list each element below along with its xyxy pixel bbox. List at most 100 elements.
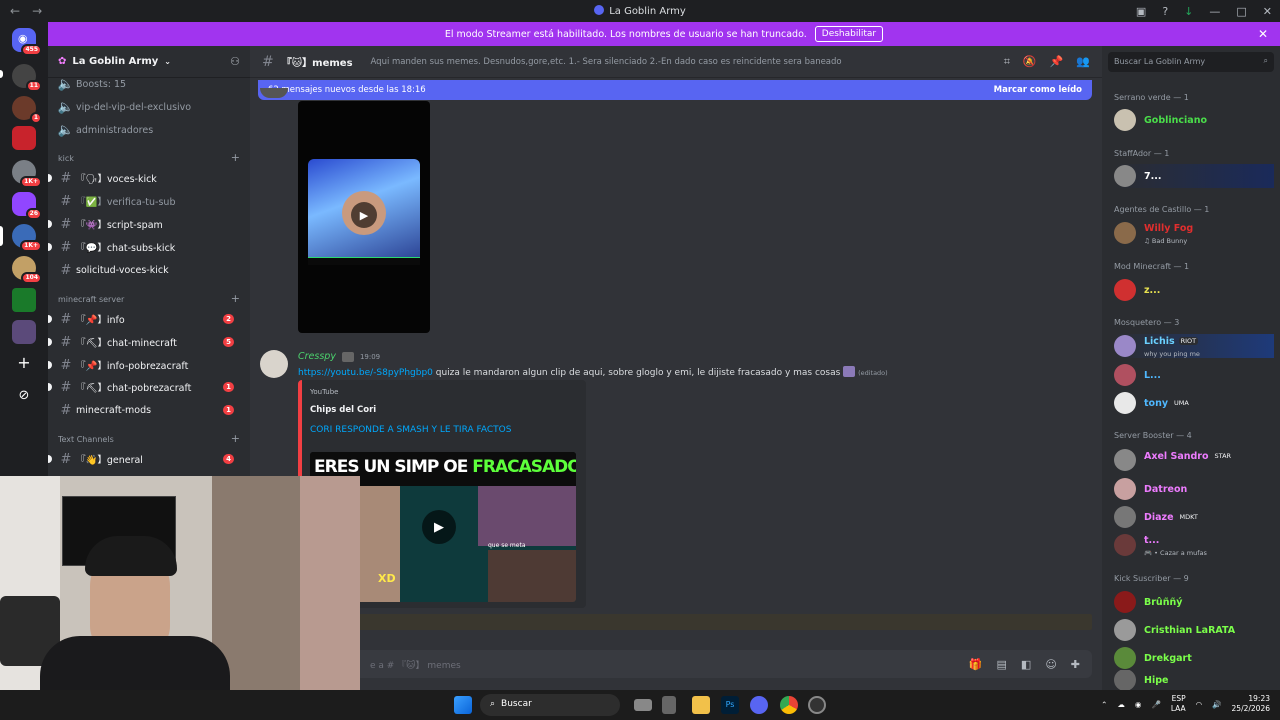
channel-info[interactable]: # 『📌】info 2: [48, 309, 242, 329]
threads-icon[interactable]: ⌗: [1004, 55, 1010, 69]
file-explorer-icon[interactable]: [692, 696, 710, 714]
server-icon-8[interactable]: [12, 320, 36, 344]
clock[interactable]: 19:23 25/2/2026: [1232, 694, 1270, 714]
add-channel-icon[interactable]: +: [231, 152, 240, 163]
direct-messages-button[interactable]: ◉ 455: [12, 28, 42, 56]
channel-boosts[interactable]: 🔈 Boosts: 15: [56, 74, 242, 94]
apps-icon[interactable]: ✚: [1071, 658, 1080, 671]
server-icon-2[interactable]: 1: [12, 96, 42, 124]
maximize-icon[interactable]: □: [1236, 5, 1246, 18]
server-icon-3[interactable]: [12, 126, 36, 150]
minimize-icon[interactable]: —: [1209, 5, 1220, 18]
inbox-icon[interactable]: ▣: [1136, 5, 1146, 18]
member-item[interactable]: Datreon: [1114, 477, 1187, 501]
discord-taskbar-icon[interactable]: [750, 696, 768, 714]
volume-icon[interactable]: 🔊: [1212, 700, 1221, 709]
member-item[interactable]: Drekgart: [1114, 646, 1192, 670]
embed-author[interactable]: Chips del Cori: [310, 405, 578, 415]
member-item[interactable]: Axel Sandro STAR: [1114, 448, 1234, 472]
emoji-picker-icon[interactable]: ☺: [1045, 658, 1056, 671]
wifi-icon[interactable]: ◠: [1196, 700, 1203, 709]
task-view-icon[interactable]: [634, 699, 652, 711]
category-text-channels[interactable]: Text Channels +: [58, 433, 240, 444]
server-icon-goblin-army[interactable]: 1K+: [12, 224, 42, 252]
channel-voces-kick[interactable]: # 『🗣】voces-kick: [48, 168, 242, 188]
tray-app-icon[interactable]: ◉: [1135, 700, 1142, 709]
invite-icon[interactable]: ⚇: [230, 55, 240, 68]
chrome-icon[interactable]: [780, 696, 798, 714]
embed-title[interactable]: CORI RESPONDE A SMASH Y LE TIRA FACTOS: [310, 425, 578, 435]
channel-verifica[interactable]: # 『✅】verifica-tu-sub: [56, 191, 242, 211]
gift-icon[interactable]: 🎁: [969, 658, 983, 671]
member-item[interactable]: t... 🎮 • Cazar a mufas: [1114, 533, 1207, 557]
channel-chat-pobrezacraft[interactable]: # 『⛏】chat-pobrezacraft 1: [48, 377, 242, 397]
channel-chat-minecraft[interactable]: # 『⛏】chat-minecraft 5: [48, 332, 242, 352]
app-icon[interactable]: [662, 696, 676, 714]
member-item[interactable]: 7...: [1114, 164, 1274, 188]
member-item[interactable]: tony UMA: [1114, 391, 1191, 415]
mute-bell-icon[interactable]: 🔕: [1023, 55, 1037, 69]
chevron-up-icon[interactable]: ⌃: [1101, 700, 1107, 709]
selected-pill: [0, 226, 3, 246]
message-author[interactable]: Cresspy: [298, 351, 336, 362]
microphone-icon[interactable]: 🎤: [1151, 700, 1160, 709]
server-icon-1[interactable]: 11: [12, 64, 42, 92]
channel-vip[interactable]: 🔈 vip-del-vip-del-exclusivo: [56, 97, 242, 117]
server-icon-6[interactable]: 104: [12, 256, 42, 284]
category-minecraft[interactable]: minecraft server +: [58, 293, 240, 304]
channel-admins[interactable]: 🔈 administradores: [56, 120, 242, 140]
add-server-button[interactable]: +: [12, 352, 36, 376]
channel-general[interactable]: # 『👋】general 4: [48, 449, 242, 469]
close-banner-icon[interactable]: ✕: [1258, 27, 1268, 41]
taskbar-search[interactable]: ⌕ Buscar: [480, 694, 620, 716]
add-channel-icon[interactable]: +: [231, 293, 240, 304]
sticker-icon[interactable]: ◧: [1021, 658, 1031, 671]
search-input[interactable]: Buscar La Goblin Army ⌕: [1108, 52, 1274, 72]
play-icon[interactable]: ▶: [351, 202, 377, 228]
member-item[interactable]: Brûññý: [1114, 590, 1182, 614]
members-icon[interactable]: 👥: [1076, 55, 1090, 69]
channel-chat-subs-kick[interactable]: # 『💬】chat-subs-kick: [48, 237, 242, 257]
member-item[interactable]: Goblinciano: [1114, 108, 1207, 132]
video-attachment[interactable]: ▶: [298, 101, 430, 333]
discover-button[interactable]: ⊘: [12, 384, 36, 408]
server-icon-4[interactable]: 1K+: [12, 160, 42, 188]
photoshop-icon[interactable]: Ps: [721, 696, 739, 714]
language-indicator[interactable]: ESP LAA: [1171, 694, 1186, 714]
server-icon-7[interactable]: [12, 288, 36, 312]
member-item[interactable]: Cristhian LaRATA: [1114, 618, 1235, 642]
pin-icon[interactable]: 📌: [1050, 55, 1064, 69]
embed-provider[interactable]: YouTube: [310, 388, 578, 396]
message-composer[interactable]: e a # 『🐱】 memes 🎁 ▤ ◧ ☺ ✚: [258, 650, 1092, 678]
channel-topic[interactable]: Aqui manden sus memes. Desnudos,gore,etc…: [371, 57, 842, 67]
channel-minecraft-mods[interactable]: # minecraft-mods 1: [56, 400, 242, 420]
member-item[interactable]: Willy Fog ♫ Bad Bunny: [1114, 221, 1193, 245]
close-window-icon[interactable]: ✕: [1263, 5, 1272, 18]
category-kick[interactable]: kick +: [58, 152, 240, 163]
message-link[interactable]: https://youtu.be/-S8pyPhgbp0: [298, 368, 433, 378]
windows-start-icon[interactable]: [454, 696, 472, 714]
channel-script-spam[interactable]: # 『👾】script-spam: [48, 214, 242, 234]
cloud-icon[interactable]: ☁: [1117, 700, 1125, 709]
member-item[interactable]: Hipe: [1114, 670, 1168, 690]
help-icon[interactable]: ?: [1162, 5, 1168, 18]
play-icon[interactable]: ▶: [422, 510, 456, 544]
new-messages-bar[interactable]: 62 mensajes nuevos desde las 18:16 Marca…: [258, 80, 1092, 100]
disable-button[interactable]: Deshabilitar: [814, 26, 884, 42]
member-item[interactable]: Diaze MDKT: [1114, 505, 1200, 529]
member-item[interactable]: z...: [1114, 278, 1160, 302]
forward-arrow-icon[interactable]: →: [32, 4, 42, 18]
download-icon[interactable]: ↓: [1184, 5, 1193, 18]
member-item[interactable]: L...: [1114, 363, 1161, 387]
gif-icon[interactable]: ▤: [997, 658, 1007, 671]
add-channel-icon[interactable]: +: [231, 433, 240, 444]
record-app-icon[interactable]: [808, 696, 826, 714]
mark-read-button[interactable]: Marcar como leído: [994, 85, 1082, 95]
back-arrow-icon[interactable]: ←: [10, 4, 20, 18]
channel-info-pobrezacraft[interactable]: # 『📌】info-pobrezacraft: [48, 355, 242, 375]
server-icon-5[interactable]: 26: [12, 192, 42, 220]
avatar[interactable]: [260, 350, 288, 378]
role-header: Mosquetero — 3: [1114, 318, 1180, 327]
channel-solicitud[interactable]: # solicitud-voces-kick: [56, 260, 242, 280]
member-item[interactable]: Lichis RIOT why you ping me: [1114, 334, 1274, 358]
